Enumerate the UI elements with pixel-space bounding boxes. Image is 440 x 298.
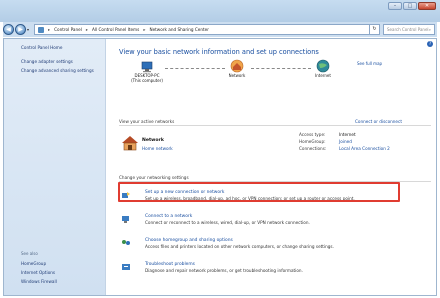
refresh-button[interactable]: ↻ bbox=[370, 24, 380, 35]
breadcrumb-network-sharing-center[interactable]: Network and Sharing Center bbox=[149, 27, 209, 32]
title-bar: – □ ✕ bbox=[0, 0, 440, 22]
breadcrumb-separator: ▸ bbox=[85, 27, 88, 32]
map-link-line bbox=[165, 68, 225, 69]
homegroup-icon bbox=[122, 240, 130, 245]
change-settings-label: Change your networking settings bbox=[119, 175, 189, 180]
highlight-annotation-box bbox=[118, 182, 400, 202]
connection-link[interactable]: Local Area Connection 2 bbox=[339, 146, 390, 151]
search-input[interactable]: Search Control Panel ⌕ bbox=[383, 24, 435, 35]
task-connect-network[interactable]: Connect to a network Connect or reconnec… bbox=[121, 214, 431, 228]
search-icon: ⌕ bbox=[428, 27, 431, 32]
connections-label: Connections: bbox=[299, 146, 327, 151]
connect-disconnect-link[interactable]: Connect or disconnect bbox=[355, 119, 402, 124]
access-type-value: Internet bbox=[339, 132, 356, 137]
map-network-label: Network bbox=[228, 73, 246, 78]
homegroup-value-link[interactable]: Joined bbox=[339, 139, 352, 144]
map-network: Network bbox=[219, 59, 255, 78]
homegroup-sharing-link[interactable]: Choose homegroup and sharing options bbox=[145, 238, 233, 243]
control-panel-icon bbox=[38, 26, 44, 33]
active-networks-label: View your active networks bbox=[119, 119, 175, 124]
troubleshoot-icon bbox=[122, 264, 130, 270]
homegroup-label: HomeGroup: bbox=[299, 139, 326, 144]
network-name: Network bbox=[142, 138, 164, 143]
map-computer-sublabel: (This computer) bbox=[131, 78, 163, 83]
navigation-bar: ◀ ▶ ▾ ▸ Control Panel ▸ All Control Pane… bbox=[3, 22, 437, 37]
map-link-line bbox=[251, 68, 311, 69]
home-network-icon bbox=[122, 136, 138, 151]
close-button[interactable]: ✕ bbox=[418, 2, 436, 10]
help-icon[interactable]: ? bbox=[427, 41, 433, 47]
search-placeholder: Search Control Panel bbox=[387, 27, 429, 32]
breadcrumb-control-panel[interactable]: Control Panel bbox=[54, 27, 82, 32]
sidebar: Control Panel Home Change adapter settin… bbox=[4, 39, 106, 295]
sidebar-link-homegroup[interactable]: HomeGroup bbox=[21, 261, 99, 267]
breadcrumb-separator: ▸ bbox=[143, 27, 146, 32]
connect-network-link[interactable]: Connect to a network bbox=[145, 214, 192, 219]
see-full-map-link[interactable]: See full map bbox=[357, 61, 382, 66]
window-controls: – □ ✕ bbox=[388, 2, 436, 10]
sidebar-link-internet-options[interactable]: Internet Options bbox=[21, 270, 99, 276]
network-house-icon bbox=[230, 59, 244, 73]
computer-icon bbox=[141, 61, 153, 73]
network-type-link[interactable]: Home network bbox=[142, 146, 173, 151]
back-button[interactable]: ◀ bbox=[3, 24, 14, 35]
connect-network-desc: Connect or reconnect to a wireless, wire… bbox=[145, 220, 310, 225]
see-also-heading: See also bbox=[21, 251, 38, 256]
sidebar-link-change-adapter-settings[interactable]: Change adapter settings bbox=[21, 59, 99, 65]
content-frame: Control Panel Home Change adapter settin… bbox=[3, 38, 437, 296]
troubleshoot-desc: Diagnose and repair network problems, or… bbox=[145, 268, 303, 273]
page-title: View your basic network information and … bbox=[119, 48, 319, 56]
sidebar-link-change-advanced-sharing[interactable]: Change advanced sharing settings bbox=[21, 68, 99, 74]
access-type-label: Access type: bbox=[299, 132, 326, 137]
sidebar-link-windows-firewall[interactable]: Windows Firewall bbox=[21, 279, 99, 285]
address-bar[interactable]: ▸ Control Panel ▸ All Control Panel Item… bbox=[34, 24, 370, 35]
troubleshoot-link[interactable]: Troubleshoot problems bbox=[145, 262, 195, 267]
task-troubleshoot[interactable]: Troubleshoot problems Diagnose and repai… bbox=[121, 262, 431, 276]
task-homegroup-sharing[interactable]: Choose homegroup and sharing options Acc… bbox=[121, 238, 431, 252]
connect-network-icon bbox=[122, 216, 129, 223]
breadcrumb-all-items[interactable]: All Control Panel Items bbox=[92, 27, 139, 32]
sidebar-link-control-panel-home[interactable]: Control Panel Home bbox=[21, 45, 99, 51]
recent-pages-dropdown[interactable]: ▾ bbox=[27, 25, 32, 34]
main-panel: ? View your basic network information an… bbox=[107, 39, 436, 295]
section-divider bbox=[119, 125, 431, 126]
map-computer: DESKTOP-PC (This computer) bbox=[125, 61, 169, 83]
maximize-button[interactable]: □ bbox=[403, 2, 417, 10]
breadcrumb-separator: ▸ bbox=[48, 27, 51, 32]
globe-icon bbox=[316, 59, 330, 73]
homegroup-sharing-desc: Access files and printers located on oth… bbox=[145, 244, 334, 249]
map-internet: Internet bbox=[305, 59, 341, 78]
minimize-button[interactable]: – bbox=[388, 2, 402, 10]
forward-button[interactable]: ▶ bbox=[15, 24, 26, 35]
map-internet-label: Internet bbox=[315, 73, 331, 78]
